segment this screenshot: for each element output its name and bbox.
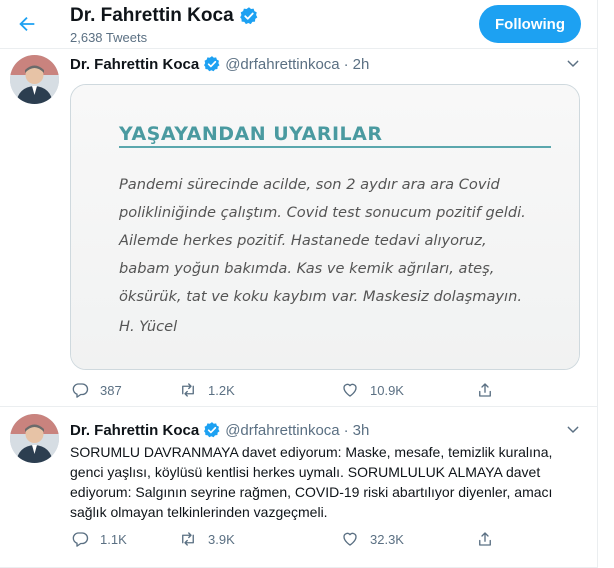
retweet-count: 3.9K — [208, 531, 235, 547]
back-button[interactable] — [10, 7, 44, 41]
tweet[interactable]: Dr. Fahrettin Koca @drfahrettinkoca · 3h… — [0, 407, 597, 568]
author-name[interactable]: Dr. Fahrettin Koca — [70, 56, 199, 73]
avatar[interactable] — [10, 414, 59, 463]
like-button[interactable]: 10.9K — [340, 378, 404, 402]
arrow-left-icon — [19, 16, 35, 32]
tweet-actions: 387 1.2K 10.9K — [70, 378, 500, 402]
retweet-button[interactable]: 1.2K — [178, 378, 235, 402]
reply-button[interactable]: 387 — [70, 378, 122, 402]
separator-dot: · — [343, 55, 349, 73]
avatar[interactable] — [10, 55, 59, 104]
share-icon — [475, 529, 495, 549]
image-signature: H. Yücel — [119, 318, 178, 335]
chevron-down-icon — [567, 60, 579, 67]
separator-dot: · — [343, 421, 349, 439]
tweet-actions: 1.1K 3.9K 32.3K — [70, 527, 500, 551]
following-button[interactable]: Following — [479, 5, 581, 43]
tweet-image[interactable]: YAŞAYANDAN UYARILAR Pandemi sürecinde ac… — [70, 84, 580, 370]
more-options-button[interactable] — [562, 419, 584, 441]
image-body-text: Pandemi sürecinde acilde, son 2 aydır ar… — [119, 176, 526, 305]
retweet-count: 1.2K — [208, 382, 235, 398]
tweet-text: SORUMLU DAVRANMAYA davet ediyorum: Maske… — [70, 444, 553, 520]
verified-badge-icon — [239, 6, 259, 26]
tweet[interactable]: Dr. Fahrettin Koca @drfahrettinkoca · 2h… — [0, 49, 597, 407]
author-handle[interactable]: @drfahrettinkoca — [225, 56, 339, 73]
image-divider — [119, 146, 551, 148]
heart-icon — [340, 529, 360, 549]
profile-name: Dr. Fahrettin Koca — [70, 5, 234, 26]
reply-icon — [70, 380, 90, 400]
verified-badge-icon — [203, 421, 221, 439]
author-handle[interactable]: @drfahrettinkoca — [225, 422, 339, 439]
like-button[interactable]: 32.3K — [340, 527, 404, 551]
profile-timeline: Dr. Fahrettin Koca 2,638 Tweets Followin… — [0, 0, 598, 568]
retweet-button[interactable]: 3.9K — [178, 527, 235, 551]
tweet-timestamp[interactable]: 2h — [353, 56, 370, 73]
like-count: 10.9K — [370, 382, 404, 398]
verified-badge-icon — [203, 55, 221, 73]
share-icon — [475, 380, 495, 400]
like-count: 32.3K — [370, 531, 404, 547]
chevron-down-icon — [567, 426, 579, 433]
reply-count: 387 — [100, 382, 122, 398]
tweet-count: 2,638 Tweets — [70, 30, 148, 45]
image-heading: YAŞAYANDAN UYARILAR — [119, 123, 383, 145]
author-name[interactable]: Dr. Fahrettin Koca — [70, 422, 199, 439]
retweet-icon — [178, 380, 198, 400]
reply-count: 1.1K — [100, 531, 127, 547]
reply-icon — [70, 529, 90, 549]
reply-button[interactable]: 1.1K — [70, 527, 127, 551]
profile-header: Dr. Fahrettin Koca 2,638 Tweets Followin… — [0, 0, 597, 49]
share-button[interactable] — [475, 378, 495, 402]
more-options-button[interactable] — [562, 53, 584, 75]
share-button[interactable] — [475, 527, 495, 551]
retweet-icon — [178, 529, 198, 549]
tweet-timestamp[interactable]: 3h — [353, 422, 370, 439]
heart-icon — [340, 380, 360, 400]
